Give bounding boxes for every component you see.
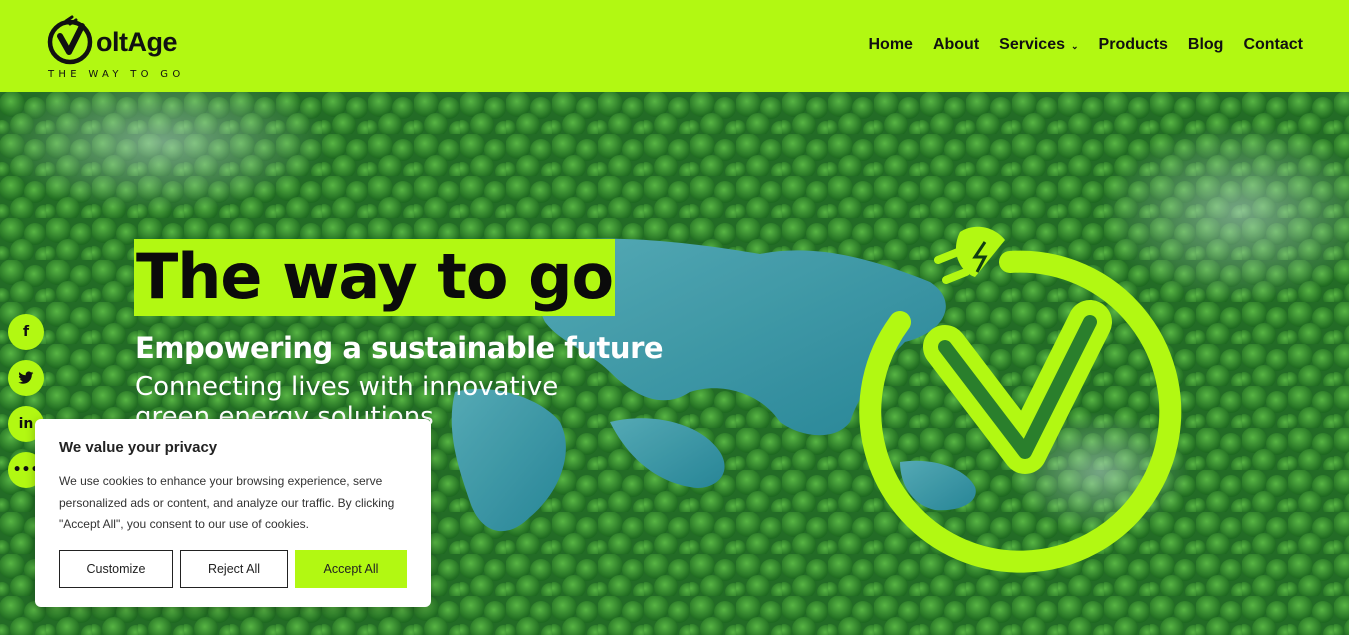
hero-subheading: Empowering a sustainable future [135, 331, 664, 365]
hero-headline: The way to go [134, 239, 616, 316]
nav-products-label: Products [1098, 36, 1168, 53]
twitter-icon[interactable] [8, 360, 44, 396]
chevron-down-icon: ⌄ [1071, 40, 1079, 51]
nav-home-label: Home [868, 36, 913, 53]
reject-all-button[interactable]: Reject All [180, 550, 288, 588]
nav-services[interactable]: Services ⌄ [999, 36, 1078, 54]
accept-all-button[interactable]: Accept All [295, 550, 407, 588]
main-nav: Home About Services ⌄ Products Blog Conta… [869, 36, 1304, 54]
nav-blog-label: Blog [1187, 36, 1224, 53]
nav-home[interactable]: Home [869, 36, 913, 54]
facebook-icon[interactable]: f [8, 314, 44, 350]
logo[interactable]: oltAge THE WAY TO GO [46, 12, 196, 84]
nav-contact[interactable]: Contact [1243, 36, 1303, 54]
logo-wordmark: oltAge [96, 27, 178, 57]
cookie-consent-dialog: We value your privacy We use cookies to … [35, 419, 431, 607]
nav-about[interactable]: About [933, 36, 979, 54]
logo-tagline: THE WAY TO GO [48, 69, 185, 80]
site-header: oltAge THE WAY TO GO Home About Services… [0, 0, 1349, 92]
nav-contact-label: Contact [1243, 36, 1303, 53]
nav-about-label: About [932, 36, 980, 53]
cookie-title: We value your privacy [59, 439, 218, 456]
nav-blog[interactable]: Blog [1188, 36, 1224, 54]
nav-services-label: Services [999, 36, 1065, 53]
cookie-message: We use cookies to enhance your browsing … [59, 474, 395, 531]
customize-button[interactable]: Customize [59, 550, 173, 588]
nav-products[interactable]: Products [1099, 36, 1168, 54]
